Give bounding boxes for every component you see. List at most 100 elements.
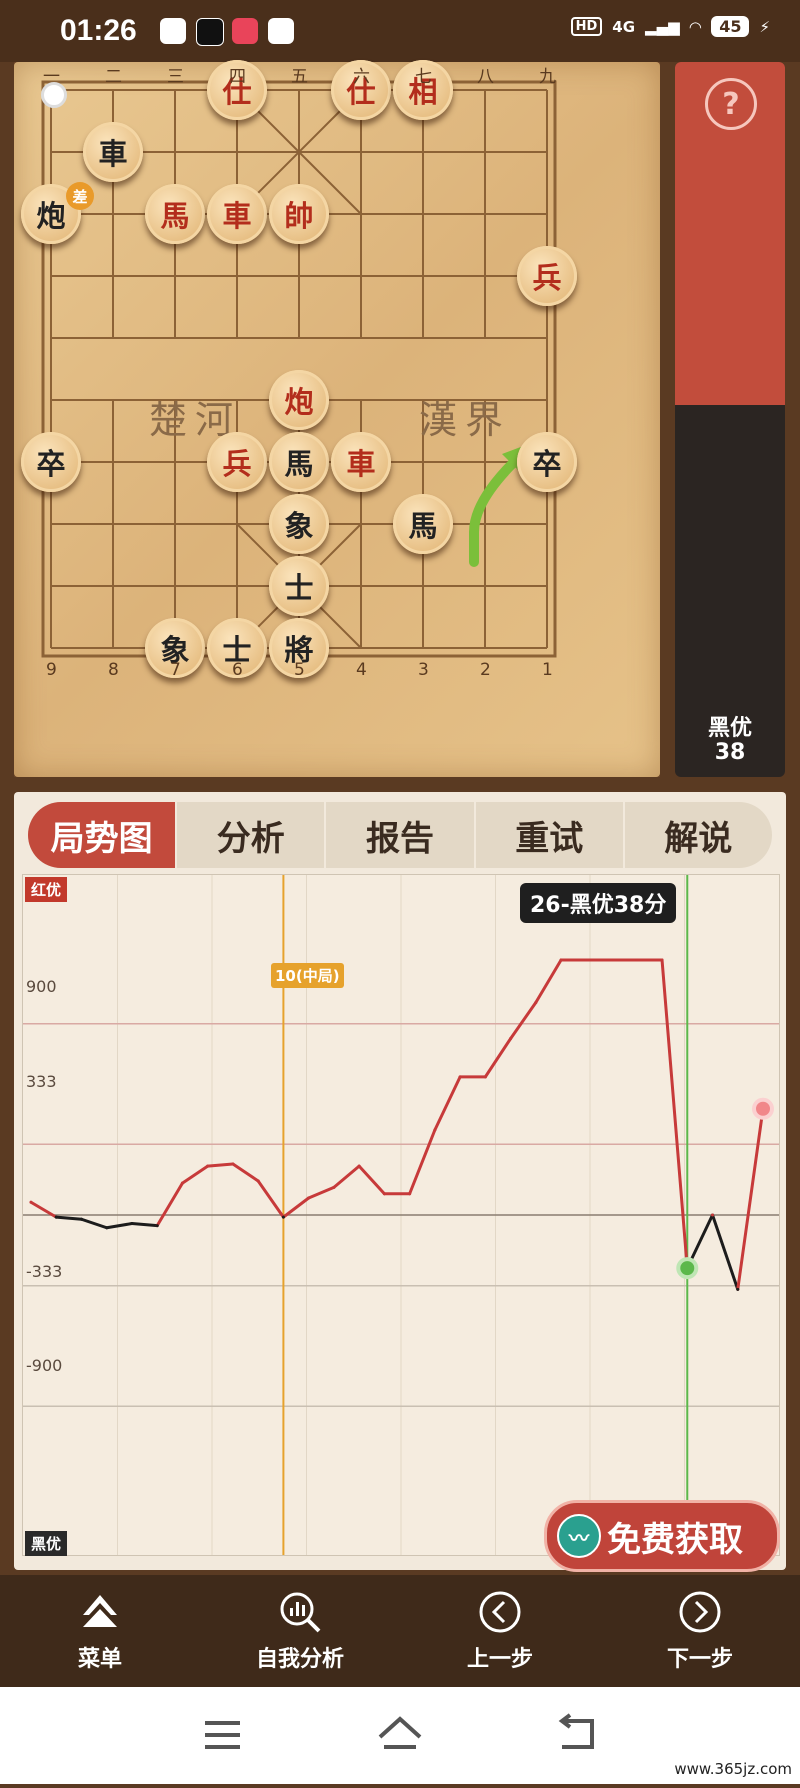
xiangqi-piece[interactable]: 馬 [145, 184, 205, 244]
file-label-top: 三 [167, 67, 184, 87]
chart-point [54, 1215, 58, 1219]
chart-point [105, 1226, 109, 1230]
charging-icon: ⚡ [759, 17, 770, 36]
xiangqi-piece[interactable]: 馬 [393, 494, 453, 554]
y-label-900: 900 [26, 977, 57, 996]
nav-prev-step[interactable]: 上一步 [400, 1575, 600, 1687]
file-label-top: 四 [229, 67, 246, 87]
home-icon[interactable] [378, 1716, 422, 1749]
file-label-bottom: 9 [46, 660, 57, 680]
current-move-callout: 26-黑优38分 [520, 883, 677, 923]
message-icon [268, 18, 294, 44]
watermark: www.365jz.com [674, 1760, 792, 1778]
current-move-marker [676, 1257, 699, 1280]
clock: 01:26 [60, 14, 137, 47]
free-get-button[interactable]: 〰 免费获取 [544, 1500, 780, 1572]
chart-point [130, 1222, 134, 1225]
chart-point [281, 1215, 285, 1219]
y-label-neg333: -333 [26, 1262, 63, 1281]
file-label-bottom: 2 [480, 660, 491, 680]
chart-point [433, 1128, 437, 1132]
y-label-333: 333 [26, 1072, 57, 1091]
xiangqi-piece[interactable]: 車 [331, 432, 391, 492]
battery-icon: 45 [711, 16, 750, 37]
nav-next-step[interactable]: 下一步 [600, 1575, 800, 1687]
file-label-bottom: 7 [170, 660, 181, 680]
chart-point [332, 1185, 336, 1189]
chart-line-segment [433, 1075, 462, 1132]
chart-line-segment [534, 958, 563, 1004]
tab-commentary[interactable]: 解说 [622, 802, 772, 868]
recents-icon[interactable] [205, 1721, 240, 1749]
nav-menu[interactable]: 菜单 [0, 1575, 200, 1687]
chart-point [180, 1181, 184, 1185]
file-label-bottom: 4 [356, 660, 367, 680]
system-nav-bar: www.365jz.com [0, 1687, 800, 1784]
xiangqi-piece[interactable]: 車 [83, 122, 143, 182]
xiangqi-piece[interactable]: 兵 [207, 432, 267, 492]
chart-point [79, 1217, 83, 1221]
nav-next-step-label: 下一步 [666, 1647, 733, 1672]
xiangqi-piece[interactable]: 馬 [269, 432, 329, 492]
xiangqi-board[interactable]: 楚河 漢界 仕仕相車炮馬車帥兵炮卒兵馬車卒象馬士象士將 差 一二三四五六七八九9… [14, 60, 660, 777]
eval-bar: ? 黑优 38 [675, 62, 785, 777]
xiangqi-piece[interactable]: 士 [269, 556, 329, 616]
tab-trend-chart[interactable]: 局势图 [28, 802, 176, 868]
analysis-panel: 局势图 分析 报告 重试 解说 红优 黑优 900 333 -333 -900 … [14, 792, 786, 1572]
eval-side-label: 黑优 [707, 716, 752, 741]
back-icon[interactable] [558, 1713, 594, 1749]
red-advantage-tag: 红优 [25, 877, 68, 902]
chart-point [736, 1287, 740, 1291]
chart-line-segment [105, 1222, 134, 1230]
nav-self-analysis[interactable]: 自我分析 [200, 1575, 400, 1687]
mistake-badge: 差 [66, 182, 94, 210]
tab-analysis[interactable]: 分析 [175, 802, 324, 868]
chart-point [206, 1164, 210, 1168]
file-label-bottom: 6 [232, 660, 243, 680]
river-label-right: 漢界 [419, 398, 512, 442]
chart-point [660, 958, 664, 962]
chart-line-segment [408, 1128, 437, 1196]
next-step-icon [679, 1591, 721, 1633]
pulse-icon: 〰 [557, 1514, 601, 1558]
chart-point [509, 1037, 513, 1041]
xiangqi-piece[interactable]: 車 [207, 184, 267, 244]
latest-move-marker [752, 1097, 774, 1120]
xiangqi-piece[interactable]: 卒 [21, 432, 81, 492]
y-label-neg900: -900 [26, 1356, 63, 1375]
nav-prev-step-label: 上一步 [466, 1647, 533, 1672]
trend-chart[interactable]: 红优 黑优 900 333 -333 -900 26-黑优38分 10(中局) [22, 874, 780, 1556]
black-advantage-tag: 黑优 [25, 1531, 68, 1556]
help-icon[interactable]: ? [705, 78, 757, 130]
file-label-top: 七 [415, 67, 432, 87]
xiangqi-board-frame: 楚河 漢界 仕仕相車炮馬車帥兵炮卒兵馬車卒象馬士象士將 差 一二三四五六七八九9… [14, 60, 660, 777]
chart-line-segment [256, 1179, 285, 1219]
chart-line-segment [180, 1164, 210, 1185]
file-label-top: 九 [539, 67, 556, 87]
prev-step-icon [479, 1591, 521, 1633]
tab-retry[interactable]: 重试 [473, 802, 623, 868]
chart-point [307, 1196, 311, 1200]
xiangqi-piece[interactable]: 卒 [517, 432, 577, 492]
chart-line-segment [79, 1217, 109, 1230]
chart-point [408, 1192, 412, 1196]
chart-line-segment [130, 1222, 159, 1228]
chart-point [357, 1164, 361, 1168]
analysis-search-icon [280, 1592, 321, 1633]
xiangqi-piece[interactable]: 象 [269, 494, 329, 554]
chart-point [483, 1075, 487, 1079]
chart-point [256, 1179, 260, 1183]
chart-point [711, 1213, 715, 1217]
tab-report[interactable]: 报告 [324, 802, 473, 868]
status-bar: 01:26 HD 4G ▂▄▆ ◠ 45 ⚡ [0, 0, 800, 62]
xiangqi-piece[interactable]: 帥 [269, 184, 329, 244]
menu-icon [83, 1595, 117, 1627]
xiangqi-piece[interactable]: 兵 [517, 246, 577, 306]
xiangqi-piece[interactable]: 炮 [269, 370, 329, 430]
chart-line-segment [660, 958, 689, 1270]
chart-line-segment [736, 1107, 765, 1291]
analysis-tabs: 局势图 分析 报告 重试 解说 [28, 802, 772, 868]
network-icon: 4G [612, 17, 636, 36]
file-label-top: 八 [477, 67, 494, 87]
file-label-top: 二 [105, 67, 122, 87]
